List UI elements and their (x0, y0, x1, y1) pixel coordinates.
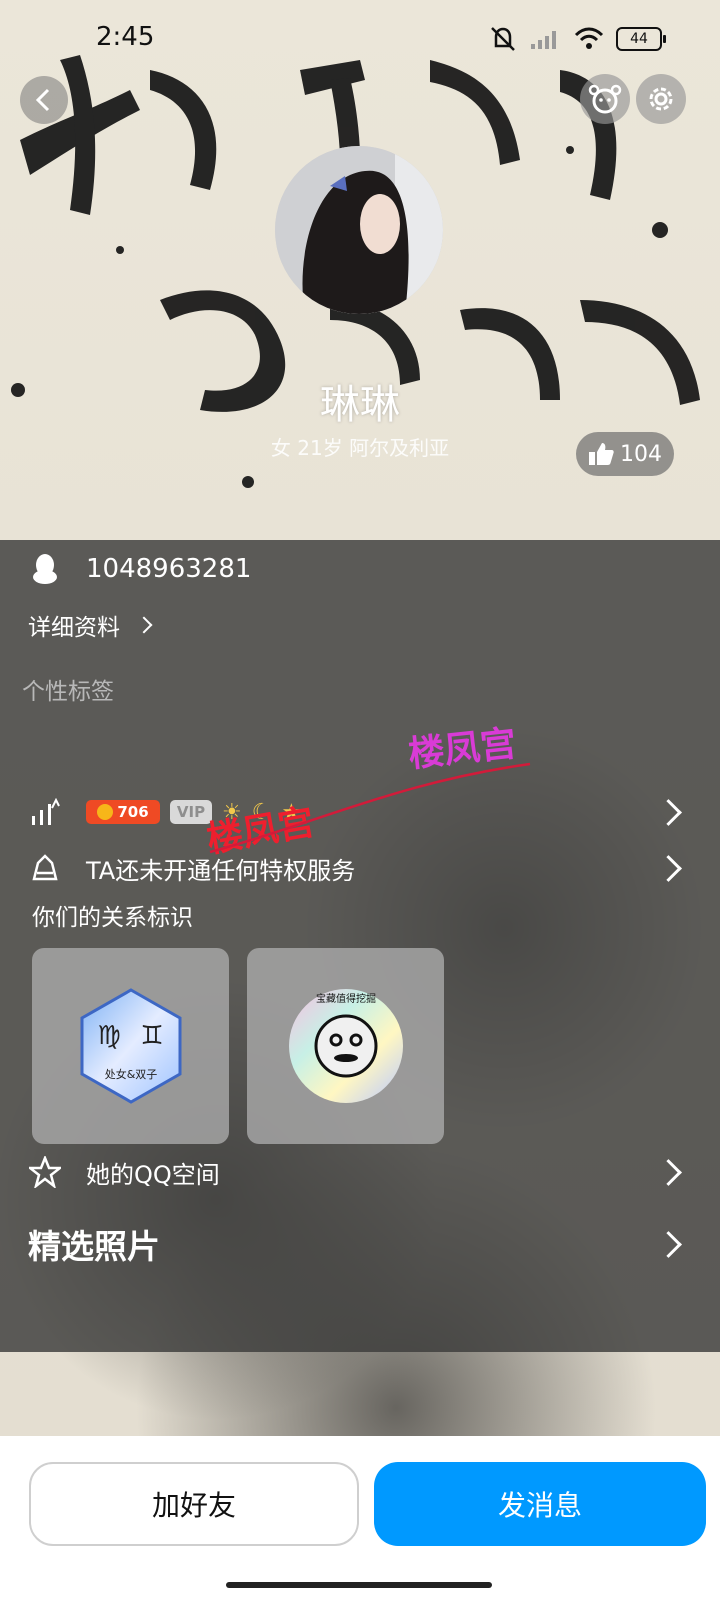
signal-icon (531, 31, 556, 49)
thumbs-up-icon (589, 443, 614, 465)
avatar-photo (275, 146, 443, 314)
relationship-card-zodiac[interactable]: ♍ ♊ 处女&双子 (32, 948, 229, 1144)
like-button[interactable]: 104 (576, 432, 674, 476)
mute-bell-icon (491, 27, 515, 51)
featured-photos-row[interactable]: 精选照片 (0, 1222, 720, 1266)
watermark-stroke (209, 762, 531, 854)
gear-icon (649, 87, 673, 111)
personal-tags-row[interactable]: 个性标签 (0, 672, 720, 706)
status-icons: 44 (488, 26, 666, 52)
qzone-text: 她的QQ空间 (86, 1160, 220, 1189)
avatar[interactable] (275, 146, 443, 314)
pet-button[interactable] (580, 74, 630, 124)
zodiac-badge-icon: ♍ ♊ 处女&双子 (80, 988, 181, 1104)
qq-number-row: 1048963281 (0, 552, 720, 586)
chevron-left-icon (35, 88, 50, 112)
battery-icon: 44 (616, 27, 666, 51)
relationship-card-treasure[interactable]: 宝藏值得挖掘 (247, 948, 444, 1144)
chevron-right-icon (135, 616, 153, 634)
wifi-icon (574, 27, 604, 49)
chevron-right-icon (655, 798, 682, 826)
chevron-right-icon (655, 1230, 682, 1258)
pet-face-icon (588, 84, 622, 114)
coin-icon (97, 804, 114, 820)
bottom-action-bar: 加好友 发消息 (0, 1436, 720, 1600)
settings-button[interactable] (636, 74, 686, 124)
growth-chart-icon (28, 795, 62, 829)
personal-tags-label: 个性标签 (22, 679, 114, 705)
relationship-label: 你们的关系标识 (32, 905, 193, 931)
profile-name: 琳琳 (320, 382, 400, 428)
send-message-button[interactable]: 发消息 (374, 1462, 706, 1546)
chevron-right-icon (655, 854, 682, 882)
star-outline-icon (28, 1155, 62, 1189)
qzone-row[interactable]: 她的QQ空间 (0, 1154, 720, 1190)
treasure-badge-text: 宝藏值得挖掘 (316, 992, 376, 1005)
home-indicator[interactable] (226, 1582, 492, 1588)
chevron-right-icon (655, 1158, 682, 1186)
zodiac-badge-text: 处女&双子 (104, 1067, 157, 1081)
treasure-face-badge-icon: 宝藏值得挖掘 (288, 989, 403, 1103)
back-button[interactable] (20, 76, 68, 124)
like-count: 104 (620, 441, 662, 467)
add-friend-button[interactable]: 加好友 (29, 1462, 359, 1546)
relationship-cards: ♍ ♊ 处女&双子 宝藏值得挖掘 (32, 948, 444, 1144)
qq-number: 1048963281 (86, 554, 252, 584)
status-bar: 2:45 44 (0, 0, 720, 80)
details-link[interactable]: 详细资料 (0, 608, 720, 642)
details-label: 详细资料 (28, 615, 120, 641)
status-time: 2:45 (96, 22, 155, 52)
crown-bell-icon (28, 851, 62, 885)
svg-text:♊: ♊ (140, 1021, 163, 1051)
penguin-icon (28, 552, 62, 586)
svg-text:♍: ♍ (97, 1021, 120, 1051)
featured-photos-title: 精选照片 (28, 1227, 160, 1266)
points-value: 706 (117, 803, 149, 821)
points-badge: 706 (86, 800, 160, 824)
